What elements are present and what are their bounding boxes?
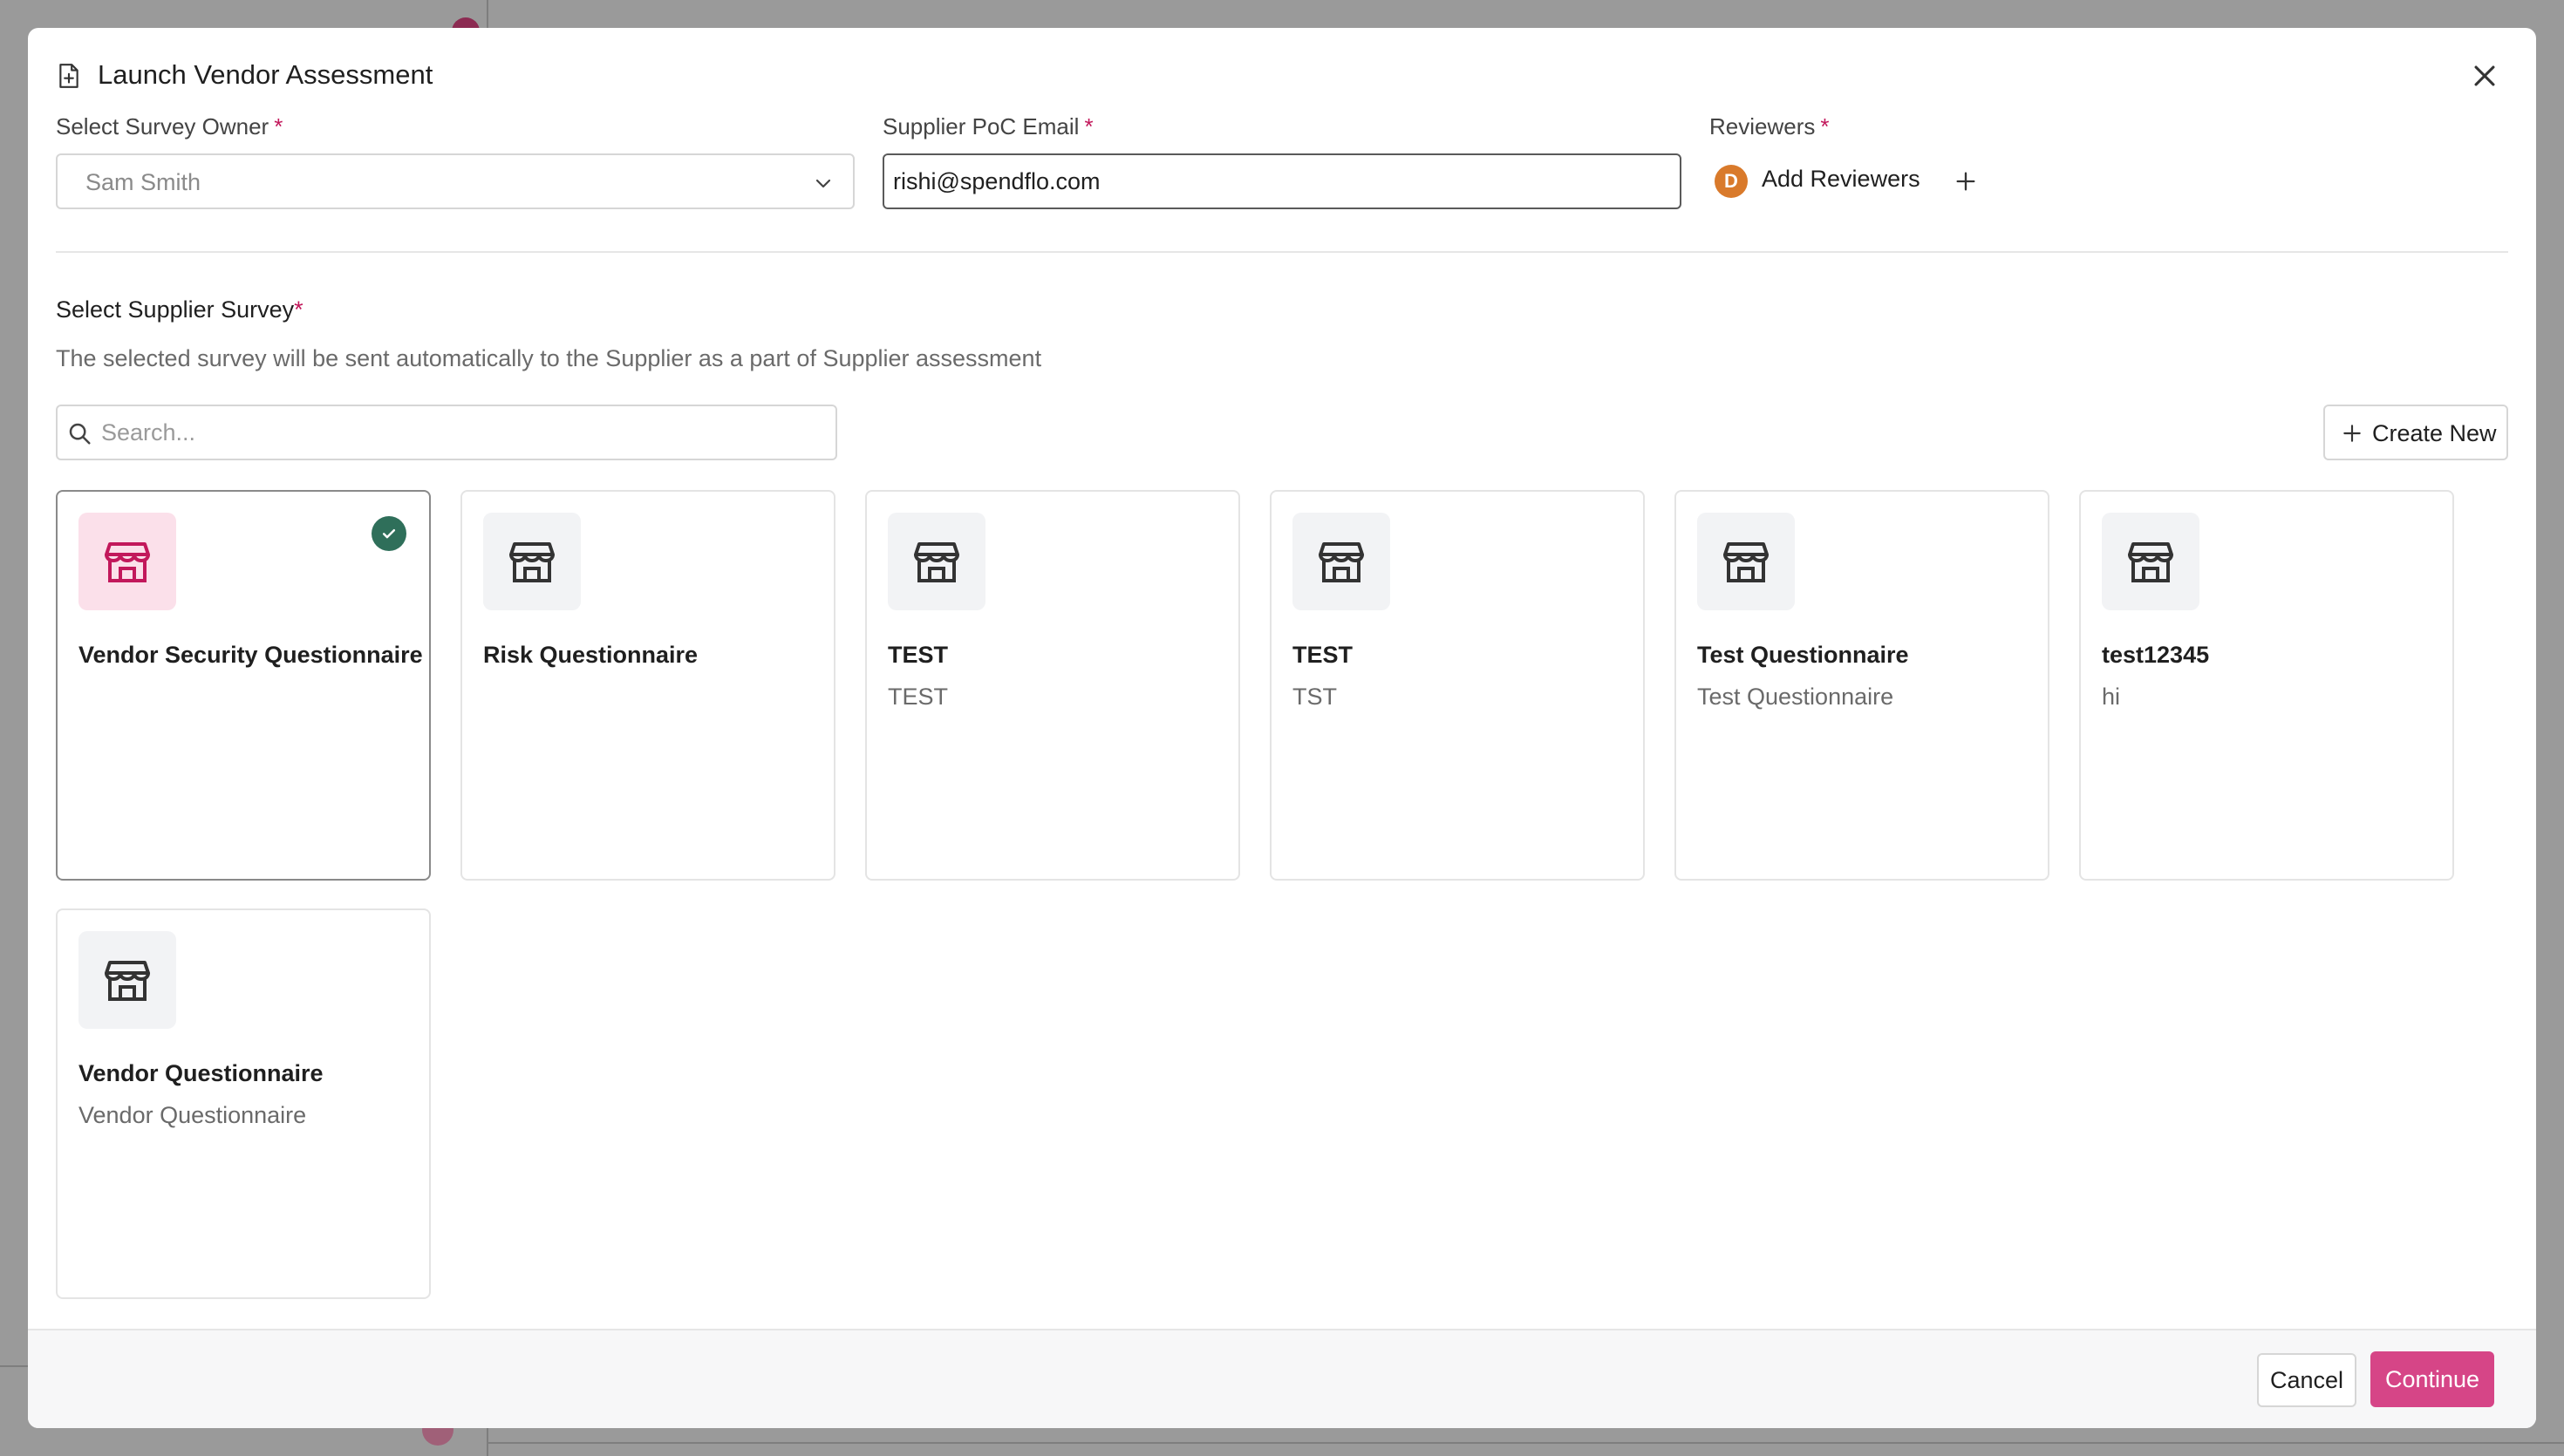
store-icon — [105, 542, 150, 582]
required-mark: * — [1084, 113, 1094, 139]
reviewers-label-text: Reviewers — [1709, 113, 1816, 139]
avatar[interactable]: D — [1715, 165, 1748, 198]
survey-card-title: Vendor Questionnaire — [78, 1060, 324, 1086]
survey-card[interactable]: TEST TEST — [865, 490, 1240, 881]
store-icon — [2128, 542, 2173, 582]
survey-card-title: Vendor Security Questionnaire — [78, 642, 423, 668]
supplier-email-label: Supplier PoC Email * — [883, 113, 1094, 140]
survey-card-title: TEST — [1292, 642, 1354, 668]
card-icon-container — [888, 513, 985, 610]
modal-title: Launch Vendor Assessment — [98, 59, 433, 90]
modal-header: Launch Vendor Assessment — [28, 28, 2536, 101]
survey-card[interactable]: Vendor Questionnaire Vendor Questionnair… — [56, 908, 431, 1299]
create-new-button[interactable]: Create New — [2323, 405, 2508, 460]
store-icon — [1723, 542, 1769, 582]
survey-owner-label-text: Select Survey Owner — [56, 113, 269, 139]
survey-section-description: The selected survey will be sent automat… — [56, 345, 1042, 371]
store-icon — [105, 961, 150, 1001]
close-icon[interactable] — [2470, 61, 2499, 91]
document-add-icon — [59, 64, 78, 88]
supplier-email-field[interactable] — [883, 153, 1681, 209]
survey-search[interactable] — [56, 405, 837, 460]
create-new-label: Create New — [2372, 420, 2497, 446]
survey-card-title: Risk Questionnaire — [483, 642, 699, 668]
continue-button[interactable]: Continue — [2370, 1351, 2494, 1407]
card-icon-container — [483, 513, 581, 610]
survey-owner-value: Sam Smith — [85, 169, 201, 195]
selected-check-badge — [372, 516, 406, 551]
survey-card[interactable]: Vendor Security Questionnaire — [56, 490, 431, 881]
store-icon — [509, 542, 555, 582]
card-icon-container — [1292, 513, 1390, 610]
plus-icon — [2343, 425, 2361, 442]
supplier-email-label-text: Supplier PoC Email — [883, 113, 1080, 139]
survey-section-title-text: Select Supplier Survey — [56, 296, 295, 323]
reviewers-label: Reviewers * — [1709, 113, 1830, 140]
survey-card-title: test12345 — [2102, 642, 2210, 668]
required-mark: * — [1820, 113, 1830, 139]
survey-card[interactable]: test12345 hi — [2079, 490, 2454, 881]
card-icon-container — [78, 513, 176, 610]
survey-owner-label: Select Survey Owner * — [56, 113, 283, 140]
survey-owner-select[interactable]: Sam Smith — [56, 153, 855, 209]
search-input[interactable] — [101, 415, 816, 450]
check-icon — [382, 529, 396, 539]
survey-card-subtitle: TST — [1292, 684, 1337, 710]
survey-card[interactable]: Test Questionnaire Test Questionnaire — [1674, 490, 2049, 881]
survey-card[interactable]: TEST TST — [1270, 490, 1645, 881]
survey-card[interactable]: Risk Questionnaire — [460, 490, 835, 881]
store-icon — [1319, 542, 1364, 582]
cancel-button[interactable]: Cancel — [2257, 1353, 2356, 1407]
required-mark: * — [294, 296, 303, 323]
survey-card-subtitle: Test Questionnaire — [1697, 684, 1894, 710]
survey-card-subtitle: Vendor Questionnaire — [78, 1102, 307, 1128]
survey-card-title: TEST — [888, 642, 949, 668]
background-divider — [488, 1442, 2564, 1444]
search-icon — [69, 423, 91, 445]
required-mark: * — [274, 113, 283, 139]
add-reviewers-button[interactable]: Add Reviewers — [1762, 166, 1920, 193]
divider — [56, 251, 2508, 253]
survey-card-title: Test Questionnaire — [1697, 642, 1909, 668]
survey-card-subtitle: TEST — [888, 684, 949, 710]
survey-card-subtitle: hi — [2102, 684, 2121, 710]
plus-icon[interactable] — [1954, 169, 1978, 194]
chevron-down-icon — [815, 179, 831, 188]
card-icon-container — [78, 931, 176, 1029]
modal-footer — [28, 1329, 2536, 1428]
store-icon — [914, 542, 959, 582]
launch-vendor-assessment-modal: Launch Vendor Assessment Select Survey O… — [28, 28, 2536, 1428]
survey-section-title: Select Supplier Survey* — [56, 296, 303, 323]
card-icon-container — [2102, 513, 2199, 610]
card-icon-container — [1697, 513, 1795, 610]
